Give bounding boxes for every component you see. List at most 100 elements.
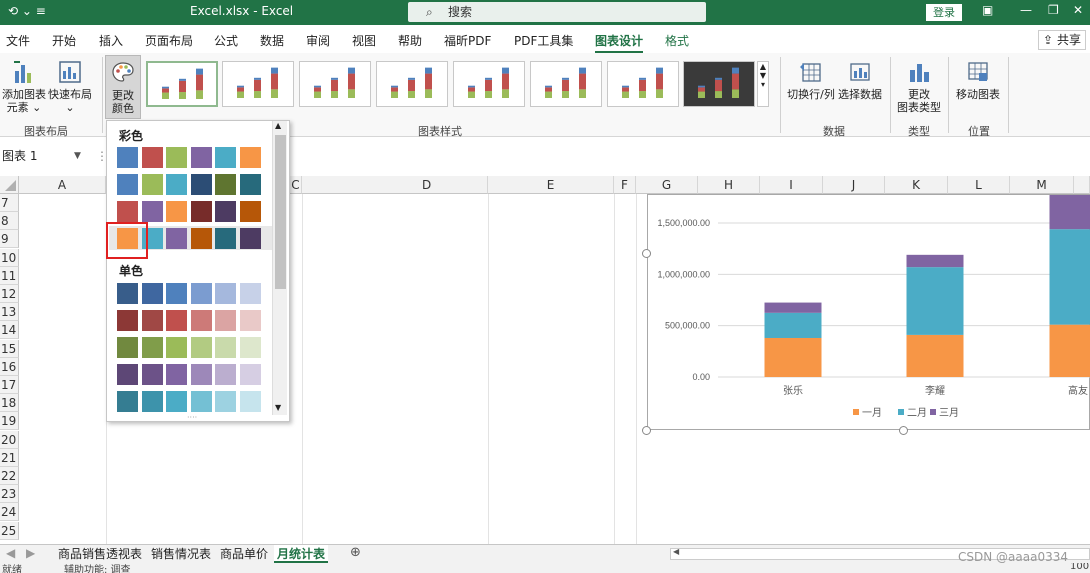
chart-style-1[interactable] <box>146 61 218 107</box>
row-header-24[interactable]: 24 <box>0 503 19 522</box>
row-header-11[interactable]: 11 <box>0 266 19 285</box>
tab-foxit-pdf[interactable]: 福昕PDF <box>444 32 491 49</box>
column-header-l[interactable]: L <box>948 176 1010 194</box>
sheet-tab-monthly[interactable]: 月统计表 <box>274 545 329 563</box>
chart-style-8[interactable] <box>683 61 755 107</box>
row-header-21[interactable]: 21 <box>0 448 19 467</box>
column-header-g[interactable]: G <box>636 176 698 194</box>
tab-review[interactable]: 审阅 <box>306 32 330 49</box>
chart-style-preview <box>314 67 355 98</box>
chart-style-4[interactable] <box>376 61 448 107</box>
dropdown-scrollbar[interactable]: ▲ ▼ <box>272 121 287 415</box>
thumb-bar <box>502 73 509 90</box>
scroll-up-icon[interactable]: ▲ <box>275 121 281 130</box>
row-header-17[interactable]: 17 <box>0 376 19 394</box>
chart-style-5[interactable] <box>453 61 525 107</box>
tab-format[interactable]: 格式 <box>665 32 689 49</box>
add-sheet-icon[interactable]: ⊕ <box>350 545 361 560</box>
search-box[interactable]: ⌕ 搜索 <box>408 2 706 22</box>
resize-handle[interactable] <box>642 249 651 258</box>
row-header-15[interactable]: 15 <box>0 339 19 358</box>
row-header-7[interactable]: 7 <box>0 194 19 212</box>
tab-file[interactable]: 文件 <box>6 32 30 49</box>
row-header-23[interactable]: 23 <box>0 485 19 504</box>
tab-insert[interactable]: 插入 <box>99 32 123 49</box>
column-header-k[interactable]: K <box>885 176 948 194</box>
add-chart-element-button[interactable]: 添加图表 元素 ⌄ <box>2 59 46 114</box>
chart-area[interactable]: 0.00 500,000.00 1,000,000.00 1,500,000.00 张乐… <box>647 193 1090 431</box>
row-header-10[interactable]: 10 <box>0 248 19 267</box>
move-chart-button[interactable]: 移动图表 <box>954 59 1002 101</box>
sheet-tab-pivot[interactable]: 商品销售透视表 <box>55 545 145 563</box>
row-header-19[interactable]: 19 <box>0 412 19 431</box>
row-header-18[interactable]: 18 <box>0 394 19 413</box>
column-header-n[interactable] <box>1074 176 1090 194</box>
gallery-more-icon[interactable]: ▾ <box>758 80 768 89</box>
next-sheet-icon[interactable]: ▶ <box>26 546 35 560</box>
sheet-tab-price[interactable]: 商品单价 <box>217 545 271 563</box>
quick-layout-button[interactable]: 快速布局 ⌄ <box>48 59 92 114</box>
column-header-e[interactable]: E <box>488 176 614 194</box>
tab-data[interactable]: 数据 <box>260 32 284 49</box>
column-header-a[interactable]: A <box>19 176 106 194</box>
chevron-down-icon[interactable]: ▼ <box>74 147 81 166</box>
select-all-corner[interactable] <box>0 176 19 194</box>
column-header-h[interactable]: H <box>698 176 760 194</box>
row-header-13[interactable]: 13 <box>0 303 19 322</box>
ribbon-display-icon[interactable]: ▣ <box>982 3 993 17</box>
tab-pdf-tools[interactable]: PDF工具集 <box>514 32 573 49</box>
gallery-up-icon[interactable]: ▲ <box>758 62 768 71</box>
column-header-d[interactable]: D <box>302 176 488 194</box>
resize-grip-icon[interactable]: ···· <box>187 413 197 422</box>
tab-formulas[interactable]: 公式 <box>214 32 238 49</box>
name-box[interactable]: 图表 1 ▼ <box>0 147 86 166</box>
autosave-icon[interactable]: ⟲ ⌄ ≡ <box>8 4 46 18</box>
resize-handle[interactable] <box>642 426 651 435</box>
tab-home[interactable]: 开始 <box>52 32 76 49</box>
sheet-tab-sales[interactable]: 销售情况表 <box>148 545 214 563</box>
change-chart-type-button[interactable]: 更改 图表类型 <box>896 59 942 114</box>
tab-chart-design[interactable]: 图表设计 <box>595 32 644 53</box>
chart-style-2[interactable] <box>222 61 294 107</box>
chart-style-6[interactable] <box>530 61 602 107</box>
row-header-25[interactable]: 25 <box>0 521 19 540</box>
column-header-f[interactable]: F <box>614 176 636 194</box>
close-icon[interactable]: ✕ <box>1073 3 1083 17</box>
gallery-scroll[interactable]: ▲ ▼ ▾ <box>757 61 769 107</box>
scroll-down-icon[interactable]: ▼ <box>275 403 281 412</box>
column-header-i[interactable]: I <box>760 176 823 194</box>
switch-row-column-button[interactable]: 切换行/列 <box>786 59 836 101</box>
column-header-j[interactable]: J <box>823 176 885 194</box>
ribbon-separator <box>102 57 103 133</box>
column-header-c[interactable]: C <box>290 176 302 194</box>
status-accessibility[interactable]: 辅助功能: 调查 <box>64 563 131 573</box>
scroll-thumb[interactable] <box>275 135 286 289</box>
row-header-14[interactable]: 14 <box>0 321 19 340</box>
stacked-column-chart[interactable]: 0.00 500,000.00 1,000,000.00 1,500,000.00 张乐… <box>648 193 1090 431</box>
gallery-down-icon[interactable]: ▼ <box>758 71 768 80</box>
column-header-m[interactable]: M <box>1010 176 1074 194</box>
row-header-16[interactable]: 16 <box>0 357 19 376</box>
prev-sheet-icon[interactable]: ◀ <box>6 546 15 560</box>
tab-page-layout[interactable]: 页面布局 <box>145 32 193 49</box>
login-button[interactable]: 登录 <box>926 4 962 21</box>
select-data-button[interactable]: 选择数据 <box>838 59 882 101</box>
scroll-left-icon[interactable]: ◀ <box>673 547 679 556</box>
tab-view[interactable]: 视图 <box>352 32 376 49</box>
share-button[interactable]: ⇪ 共享 <box>1038 30 1086 50</box>
row-header-22[interactable]: 22 <box>0 467 19 485</box>
chart-style-3[interactable] <box>299 61 371 107</box>
tab-help[interactable]: 帮助 <box>398 32 422 49</box>
status-zoom[interactable]: 100 <box>1070 563 1089 572</box>
maximize-icon[interactable]: ❐ <box>1048 3 1059 17</box>
row-header-12[interactable]: 12 <box>0 285 19 303</box>
row-header-20[interactable]: 20 <box>0 430 19 449</box>
resize-handle[interactable] <box>899 426 908 435</box>
color-swatch <box>215 283 236 304</box>
row-header-9[interactable]: 9 <box>0 230 19 249</box>
grid-line <box>302 194 303 544</box>
chart-style-7[interactable] <box>607 61 679 107</box>
minimize-icon[interactable]: — <box>1020 3 1032 17</box>
row-header-8[interactable]: 8 <box>0 212 19 231</box>
change-colors-button[interactable]: 更改 颜色 ⌄ <box>105 55 141 128</box>
